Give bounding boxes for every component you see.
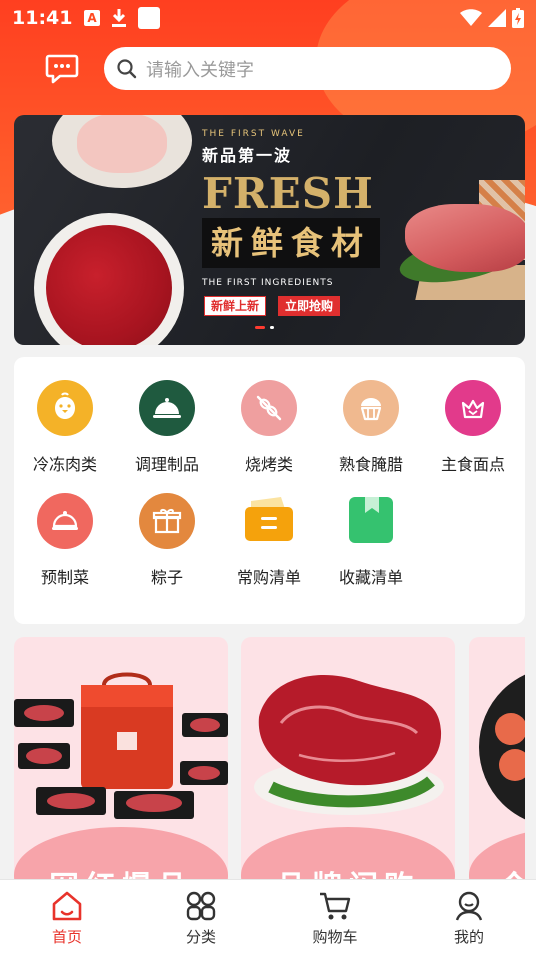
status-system-icons <box>460 8 524 28</box>
status-bar: 11:41 A <box>0 0 536 36</box>
category-deli[interactable]: 熟食腌腊 <box>321 380 421 475</box>
featured-card[interactable]: 今 <box>469 637 525 882</box>
banner-tagline-en: THE FIRST INGREDIENTS <box>202 278 334 288</box>
category-label: 常购清单 <box>236 568 301 587</box>
skewer-icon <box>241 380 297 436</box>
steak-board-image <box>396 180 525 325</box>
bottom-tab-bar: 首页 分类 购物车 我的 <box>0 879 536 954</box>
status-time: 11:41 <box>12 7 73 29</box>
cloche-icon <box>37 493 93 549</box>
beef-steak-image <box>254 675 444 815</box>
category-label: 冷冻肉类 <box>32 455 97 474</box>
pagination-dot-active <box>255 326 265 329</box>
pagination-dot <box>270 326 274 329</box>
category-label: 烧烤类 <box>244 455 293 474</box>
search-icon <box>117 58 137 78</box>
cloche-icon <box>139 380 195 436</box>
tab-profile[interactable]: 我的 <box>402 880 536 954</box>
delivery-bag-image <box>14 672 228 819</box>
download-icon <box>112 9 126 27</box>
tab-label: 购物车 <box>312 928 358 946</box>
chat-bubble-icon <box>45 54 79 84</box>
category-grid: 冷冻肉类 调理制品 烧烤类 熟食腌腊 主食面点 预制菜 粽子 常购清单 收藏清单 <box>14 357 525 624</box>
category-label: 预制菜 <box>40 568 89 587</box>
category-label: 主食面点 <box>440 455 505 474</box>
banner-headline: FRESH <box>202 169 374 218</box>
banner-top-en: THE FIRST WAVE <box>202 129 305 139</box>
category-label: 粽子 <box>150 568 183 587</box>
wifi-icon <box>460 9 482 26</box>
tab-label: 我的 <box>453 928 484 946</box>
banner-pagination <box>255 326 274 329</box>
category-label: 熟食腌腊 <box>338 455 403 474</box>
category-zongzi[interactable]: 粽子 <box>117 493 217 588</box>
category-frequent-list[interactable]: 常购清单 <box>219 493 319 588</box>
ticket-icon <box>241 493 297 549</box>
user-icon <box>455 891 483 921</box>
tab-home[interactable]: 首页 <box>0 880 134 954</box>
banner-subtitle: 新品第一波 <box>202 146 293 165</box>
message-button[interactable] <box>44 50 80 86</box>
chicken-plate-image <box>52 115 192 188</box>
category-label: 调理制品 <box>134 455 199 474</box>
a-badge-icon: A <box>84 10 100 26</box>
search-row: 请输入关键字 <box>0 46 536 92</box>
app-square-icon <box>138 7 160 29</box>
beef-plate-image <box>34 213 184 345</box>
tab-label: 首页 <box>51 928 82 946</box>
search-input[interactable]: 请输入关键字 <box>104 47 511 90</box>
grid-icon <box>186 891 216 921</box>
banner-tag-buy[interactable]: 立即抢购 <box>278 296 341 316</box>
category-bbq[interactable]: 烧烤类 <box>219 380 319 475</box>
home-icon <box>52 891 82 921</box>
category-staples[interactable]: 主食面点 <box>423 380 523 475</box>
search-placeholder: 请输入关键字 <box>146 59 254 81</box>
banner-tag-new: 新鲜上新 <box>204 296 267 316</box>
tab-label: 分类 <box>185 928 216 946</box>
featured-card[interactable]: 网红爆品 <box>14 637 228 882</box>
cellular-signal-icon <box>488 9 506 27</box>
sausage-pan-image <box>479 674 525 820</box>
tab-cart[interactable]: 购物车 <box>268 880 402 954</box>
category-label: 收藏清单 <box>338 568 403 587</box>
cart-icon <box>320 892 351 920</box>
promo-banner[interactable]: THE FIRST WAVE 新品第一波 FRESH 新鲜食材 THE FIRS… <box>14 115 525 345</box>
featured-cards: 网红爆品 品牌闪购 今 <box>14 637 525 882</box>
category-ready-meals[interactable]: 预制菜 <box>15 493 115 588</box>
crown-icon <box>445 380 501 436</box>
chicken-icon <box>37 380 93 436</box>
battery-charging-icon <box>512 8 524 28</box>
muffin-icon <box>343 380 399 436</box>
tab-category[interactable]: 分类 <box>134 880 268 954</box>
status-notification-icons: A <box>84 7 160 29</box>
category-favorites[interactable]: 收藏清单 <box>321 493 421 588</box>
bookmark-icon <box>343 493 399 549</box>
category-frozen-meat[interactable]: 冷冻肉类 <box>15 380 115 475</box>
category-prepared[interactable]: 调理制品 <box>117 380 217 475</box>
featured-card[interactable]: 品牌闪购 <box>241 637 455 882</box>
banner-headline-cn: 新鲜食材 <box>202 218 380 268</box>
gift-icon <box>139 493 195 549</box>
home-page: 11:41 A 请输入关键字 THE FIRST WAVE 新品第一波 FRES… <box>0 0 536 954</box>
